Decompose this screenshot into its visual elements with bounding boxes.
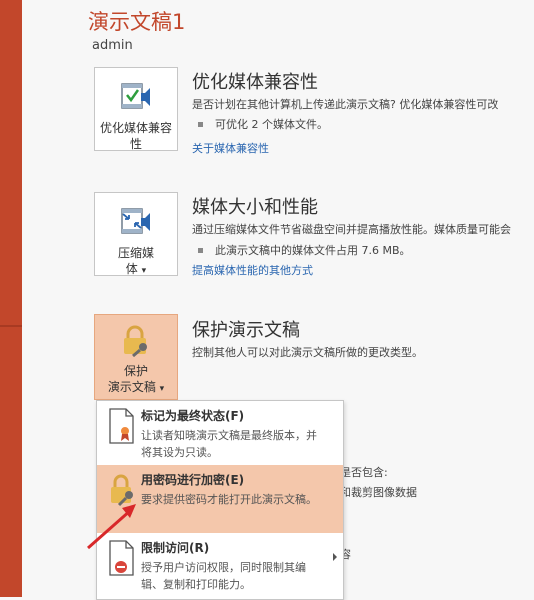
protect-label-2: 演示文稿 xyxy=(107,380,156,394)
compat-title: 优化媒体兼容性 xyxy=(192,72,318,93)
mark-final-description: 让读者知晓演示文稿是最终版本，并将其设为只读。 xyxy=(141,429,317,459)
compat-description: 是否计划在其他计算机上传递此演示文稿? 优化媒体兼容性可改 xyxy=(192,98,499,111)
compress-media-icon xyxy=(119,207,153,241)
backstage-nav-bar xyxy=(0,0,22,597)
size-bullet-text: 此演示文稿中的媒体文件占用 7.6 MB。 xyxy=(215,244,411,257)
menu-item-encrypt-password[interactable]: 用密码进行加密(E) 要求提供密码才能打开此演示文稿。 xyxy=(97,465,343,533)
bullet-icon xyxy=(198,247,203,253)
protect-label-1: 保护 xyxy=(123,364,148,378)
mark-final-title: 标记为最终状态(F) xyxy=(141,409,245,423)
compress-media-label: 压缩媒 体 ▾ xyxy=(118,245,154,279)
chevron-down-icon: ▾ xyxy=(159,384,165,394)
optimize-compat-button[interactable]: 优化媒体兼容性 xyxy=(94,67,178,151)
menu-item-mark-final[interactable]: 标记为最终状态(F) 让读者知晓演示文稿是最终版本，并将其设为只读。 xyxy=(97,401,343,465)
size-description: 通过压缩媒体文件节省磁盘空间并提高播放性能。媒体质量可能会 xyxy=(192,223,511,236)
compat-bullet-text: 可优化 2 个媒体文件。 xyxy=(215,118,328,131)
protect-description: 控制其他人可以对此演示文稿所做的更改类型。 xyxy=(192,346,423,359)
encrypt-password-description: 要求提供密码才能打开此演示文稿。 xyxy=(141,493,317,506)
info-panel: 演示文稿1 admin 优化媒体兼容性 优化媒体兼容性 是否计划在其他计算机上传… xyxy=(22,0,534,600)
lock-key-icon xyxy=(119,325,153,361)
restrict-document-icon xyxy=(107,539,137,577)
compat-bullet: 可优化 2 个媒体文件。 xyxy=(198,116,328,132)
bullet-icon xyxy=(198,121,203,127)
size-title: 媒体大小和性能 xyxy=(192,197,318,218)
protect-title: 保护演示文稿 xyxy=(192,320,300,341)
restrict-access-description: 授予用户访问权限，同时限制其编辑、复制和打印能力。 xyxy=(141,561,306,591)
protect-presentation-button[interactable]: 保护 演示文稿 ▾ xyxy=(94,314,178,400)
compress-media-button[interactable]: 压缩媒 体 ▾ xyxy=(94,192,178,276)
lock-key-icon xyxy=(107,471,137,509)
size-link[interactable]: 提高媒体性能的其他方式 xyxy=(192,262,313,278)
restrict-access-title: 限制访问(R) xyxy=(141,541,210,555)
protect-menu: 标记为最终状态(F) 让读者知晓演示文稿是最终版本，并将其设为只读。 用密码进行… xyxy=(96,400,344,600)
document-author: admin xyxy=(92,38,133,53)
compress-media-label-1: 压缩媒 xyxy=(117,246,154,260)
compress-media-label-2: 体 xyxy=(125,262,138,276)
size-bullet: 此演示文稿中的媒体文件占用 7.6 MB。 xyxy=(198,242,411,258)
final-document-icon xyxy=(107,407,137,445)
chevron-down-icon: ▾ xyxy=(141,266,147,276)
optimize-compat-label: 优化媒体兼容性 xyxy=(99,121,172,151)
media-compat-icon xyxy=(119,82,153,116)
compat-link[interactable]: 关于媒体兼容性 xyxy=(192,140,269,156)
protect-presentation-label: 保护 演示文稿 ▾ xyxy=(108,363,164,397)
document-title: 演示文稿1 xyxy=(88,10,186,34)
menu-item-restrict-access[interactable]: 限制访问(R) 授予用户访问权限，同时限制其编辑、复制和打印能力。 xyxy=(97,533,343,599)
encrypt-password-title: 用密码进行加密(E) xyxy=(141,473,245,487)
submenu-arrow-icon xyxy=(333,553,337,561)
nav-divider xyxy=(0,325,22,327)
